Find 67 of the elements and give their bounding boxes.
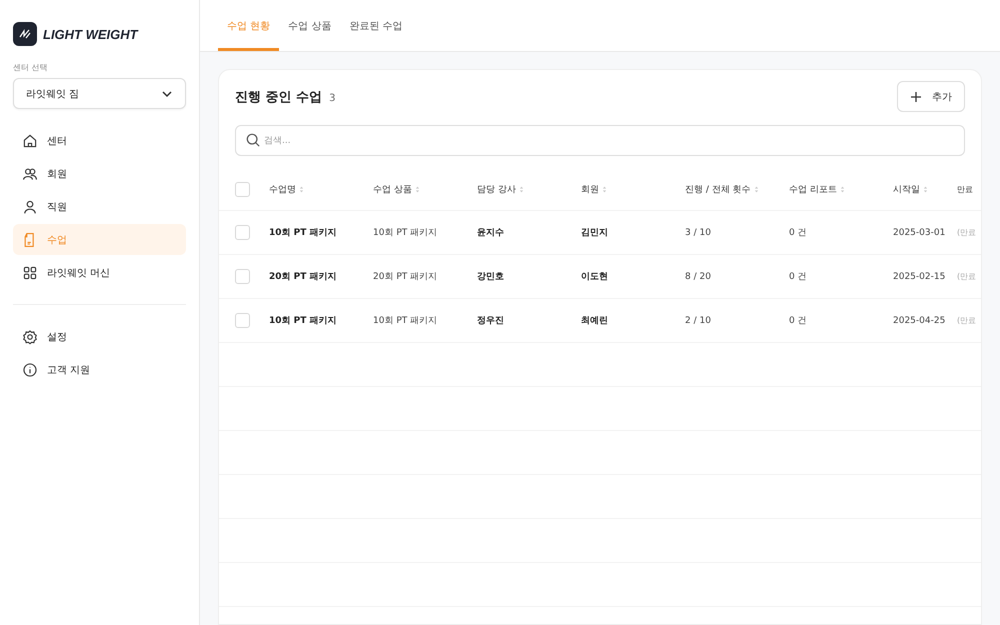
column-header[interactable]: 시작일	[893, 183, 920, 196]
sort-icon[interactable]	[923, 185, 928, 194]
sort-icon[interactable]	[518, 185, 524, 194]
column-header[interactable]: 회원	[581, 183, 599, 196]
search-icon	[246, 133, 260, 147]
checkbox[interactable]	[235, 182, 250, 197]
table-cell-text: 20회 PT 패키지	[373, 271, 438, 283]
sort-icon[interactable]	[414, 185, 420, 194]
table-cell-text: 20회 PT 패키지	[269, 271, 337, 283]
nav-item[interactable]: 설정	[13, 321, 186, 352]
table-cell: (만료	[957, 315, 976, 326]
table-cell-text: 0 건	[789, 227, 807, 239]
tab[interactable]: 완료된 수업	[340, 0, 412, 51]
settings-icon	[22, 328, 38, 344]
sort-icon[interactable]	[299, 185, 304, 194]
table-cell-text: 이도현	[581, 271, 608, 283]
sort-icon[interactable]	[602, 185, 607, 194]
nav-item[interactable]: 직원	[13, 191, 186, 222]
column-header[interactable]: 수업 리포트	[789, 183, 837, 196]
checkbox[interactable]	[235, 269, 250, 284]
table-cell-text: 최예린	[581, 315, 608, 327]
nav-item[interactable]: 라잇웨잇 머신	[13, 257, 186, 288]
card-title: 진행 중인 수업	[235, 88, 322, 106]
search-field[interactable]: 검색...	[235, 125, 965, 156]
sort-icon[interactable]	[754, 185, 759, 194]
table-cell-text: 김민지	[581, 227, 608, 239]
table-cell-text: 10회 PT 패키지	[269, 315, 337, 327]
users-icon	[22, 166, 38, 182]
table-cell: 2 / 10	[685, 316, 711, 326]
nav-item[interactable]: 센터	[13, 125, 186, 156]
table-cell-text: 10회 PT 패키지	[373, 315, 438, 327]
table-cell-text: 0 건	[789, 271, 807, 283]
add-button[interactable]: 추가	[897, 81, 965, 112]
table-cell: (만료	[957, 271, 976, 282]
nav-item[interactable]: 고객 지원	[13, 354, 186, 385]
info-icon	[22, 362, 38, 378]
column-header[interactable]: 담당 강사	[477, 183, 516, 196]
table-cell: 3 / 10	[685, 228, 711, 238]
checkbox[interactable]	[235, 225, 250, 240]
sort-icon[interactable]	[840, 185, 845, 194]
user-icon	[22, 198, 38, 214]
column-header[interactable]: 수업명	[269, 183, 296, 196]
column-header[interactable]: 수업 상품	[373, 183, 412, 196]
table-cell-text: 10회 PT 패키지	[269, 227, 337, 239]
table-cell-text: 정우진	[477, 315, 504, 327]
select-label: 센터 선택	[13, 62, 49, 73]
home-icon	[22, 132, 38, 148]
table-cell: (만료	[957, 227, 976, 238]
nav-item[interactable]: 회원	[13, 158, 186, 189]
table-cell-text: 10회 PT 패키지	[373, 227, 438, 239]
logo-icon	[13, 22, 37, 46]
table-cell: 2025-02-15	[893, 272, 946, 282]
brand-name: LIGHT WEIGHT	[43, 26, 138, 42]
table-cell-text: 강민호	[477, 271, 504, 283]
table-cell-text: 0 건	[789, 315, 807, 327]
center-select[interactable]: 라잇웨잇 짐	[13, 78, 186, 109]
plus-icon	[910, 90, 922, 102]
column-header[interactable]: 진행 / 전체 횟수	[685, 183, 751, 196]
grid-icon	[22, 264, 38, 280]
table-cell: 2025-04-25	[893, 316, 946, 326]
table-cell: 8 / 20	[685, 272, 711, 282]
count: 3	[329, 92, 336, 104]
checkbox[interactable]	[235, 313, 250, 328]
column-header[interactable]: 만료	[957, 184, 973, 195]
table-cell: 2025-03-01	[893, 228, 946, 238]
tab[interactable]: 수업 상품	[279, 0, 340, 51]
table-cell-text: 윤지수	[477, 227, 504, 239]
